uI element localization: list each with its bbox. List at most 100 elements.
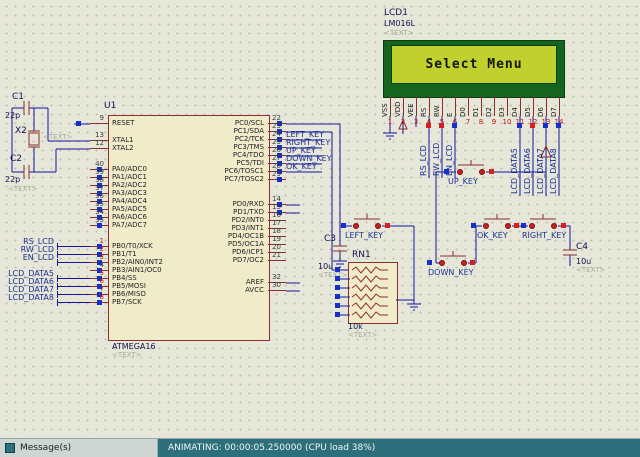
terminal-wire <box>58 262 90 263</box>
mcu-pin-number: 18 <box>272 227 281 235</box>
messages-tab[interactable]: Message(s) <box>0 439 158 457</box>
animation-status-text: ANIMATING: 00:00:05.250000 (CPU load 38%… <box>168 443 376 453</box>
mcu-pin-number: 32 <box>272 273 281 281</box>
terminal-label: EN_LCD <box>22 253 54 262</box>
lcd-pin-name: RS <box>420 107 428 117</box>
logic-state-square <box>470 260 475 265</box>
mcu-pin-name: PC1/SDA <box>233 127 264 135</box>
terminal-tick <box>57 275 58 282</box>
lcd-pin-stub <box>403 96 404 116</box>
animation-status: ANIMATING: 00:00:05.250000 (CPU load 38%… <box>158 439 640 457</box>
lcd-pin-stub <box>546 96 547 116</box>
c1-ref: C1 <box>12 92 25 102</box>
logic-state-square <box>427 260 432 265</box>
mcu-pin-name: PA5/ADC5 <box>112 205 147 213</box>
terminal-label: LCD_DATA8 <box>8 293 54 302</box>
logic-state-square <box>277 177 282 182</box>
logic-state-square <box>341 223 346 228</box>
mcu-pin-name: PD5/OC1A <box>227 240 264 248</box>
lcd-pin-stub <box>533 96 534 116</box>
logic-state-square <box>517 123 522 128</box>
lcd-pin-number: 8 <box>478 118 484 126</box>
mcu-pin-name: PB7/SCK <box>112 298 142 306</box>
x2-ref: X2 <box>15 126 27 136</box>
rn1-resistor-zigzags <box>351 266 388 319</box>
mcu-pin-name: PC0/SCL <box>234 119 264 127</box>
c3-ref: C3 <box>324 234 337 244</box>
x2-text-placeholder: <TEXT> <box>43 133 73 141</box>
terminal-wire <box>58 302 90 303</box>
lcd-pin-number: 7 <box>465 118 471 126</box>
lcd-text-placeholder: <TEXT> <box>384 29 414 37</box>
mcu-pin-name: PA2/ADC2 <box>112 181 147 189</box>
logic-state-square <box>335 303 340 308</box>
logic-state-square <box>426 123 431 128</box>
logic-state-square <box>556 123 561 128</box>
messages-tab-label: Message(s) <box>20 443 72 453</box>
rn1-value: 10k <box>348 322 363 331</box>
lcd-pin-name: RW <box>433 105 441 117</box>
lcd-pin-stub <box>390 96 391 116</box>
mcu-pin-number: 20 <box>272 243 281 251</box>
mcu-pin-name: PC3/TMS <box>233 143 264 151</box>
logic-state-square <box>561 223 566 228</box>
logic-state-square <box>521 223 526 228</box>
c4-value: 10u <box>576 257 592 266</box>
c3-capacitor-plates <box>333 245 347 252</box>
mcu-pin-name: PC6/TOSC1 <box>224 167 265 175</box>
button-label: RIGHT_KEY <box>522 231 567 240</box>
mcu-pin-name: PA1/ADC1 <box>112 173 147 181</box>
mcu-pin-name: PD0/RXD <box>232 200 264 208</box>
mcu-pin-number: 21 <box>272 251 281 259</box>
messages-icon <box>5 443 15 453</box>
lcd-pin-name: D0 <box>459 107 467 117</box>
mcu-pin-stub <box>90 148 108 149</box>
terminal-wire <box>58 286 90 287</box>
lcd-pin-name: D7 <box>550 107 558 117</box>
logic-state-square <box>439 123 444 128</box>
logic-state-square <box>489 169 494 174</box>
mcu-pin-name: PC2/TCK <box>234 135 264 143</box>
lcd-pin-name: E <box>446 112 454 117</box>
terminal-tick <box>57 259 58 266</box>
mcu-part: ATMEGA16 <box>112 342 156 351</box>
rn1-ref: RN1 <box>352 250 371 260</box>
logic-state-square <box>97 223 102 228</box>
c2-text-placeholder: <TEXT> <box>8 185 38 193</box>
terminal-wire <box>58 246 90 247</box>
button-down-key[interactable] <box>439 251 467 266</box>
logic-state-square <box>335 294 340 299</box>
mcu-text-placeholder: <TEXT> <box>112 351 142 359</box>
status-bar: Message(s) ANIMATING: 00:00:05.250000 (C… <box>0 438 640 457</box>
terminal-tick <box>57 243 58 250</box>
crystal-body <box>28 132 40 146</box>
button-label: LEFT_KEY <box>345 231 384 240</box>
mcu-pin-name: PC5/TDI <box>236 159 264 167</box>
net-label-vertical: LCD_DATA8 <box>549 148 558 194</box>
logic-state-square <box>335 276 340 281</box>
button-right-key[interactable] <box>529 214 557 229</box>
lcd-part: LM016L <box>384 19 416 28</box>
mcu-pin-name: PA3/ADC3 <box>112 189 147 197</box>
mcu-pin-number: 30 <box>272 281 281 289</box>
logic-state-square <box>335 312 340 317</box>
lcd-pin-stub <box>416 96 417 116</box>
button-ok-key[interactable] <box>483 214 511 229</box>
mcu-pin-name: XTAL2 <box>112 144 134 152</box>
logic-state-square <box>543 123 548 128</box>
lcd-pin-stub <box>442 96 443 116</box>
lcd-pin-stub <box>468 96 469 116</box>
mcu-pin-name: PB4/SS <box>112 274 137 282</box>
mcu-pin-name: AREF <box>245 278 264 286</box>
schematic-canvas[interactable]: Select Menu LCD1 LM016L <TEXT> U1 ATMEGA… <box>0 0 640 439</box>
lcd-pin-number: 3 <box>413 118 419 126</box>
ground-symbols <box>333 132 421 311</box>
ground-icon <box>407 303 421 311</box>
button-label: UP_KEY <box>448 177 478 186</box>
terminal-tick <box>57 291 58 298</box>
button-up-key[interactable] <box>457 160 485 175</box>
logic-state-square <box>97 300 102 305</box>
mcu-pin-name: PD1/TXD <box>233 208 264 216</box>
button-left-key[interactable] <box>353 214 381 229</box>
ground-icon <box>383 132 397 140</box>
